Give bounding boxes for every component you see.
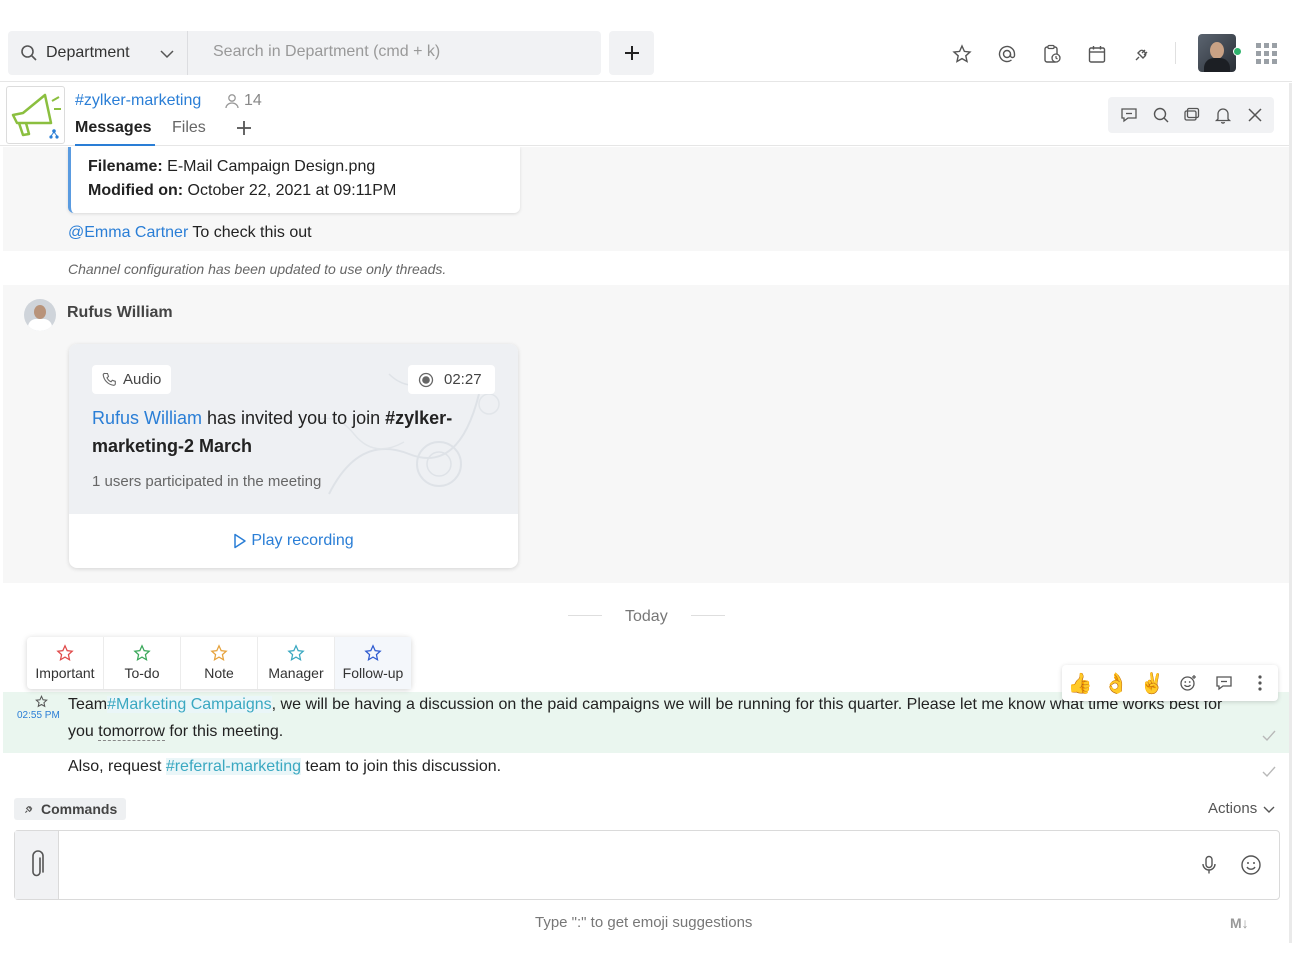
message-text: @Emma Cartner To check this out bbox=[68, 224, 312, 241]
message-reaction-bar: 👍 👌 ✌ bbox=[1062, 665, 1278, 701]
search-icon[interactable] bbox=[1152, 106, 1170, 124]
commands-label: Commands bbox=[41, 801, 118, 817]
channel-hashtag[interactable]: #referral-marketing bbox=[165, 758, 301, 775]
chevron-down-icon bbox=[1263, 806, 1275, 813]
day-divider-label: Today bbox=[625, 608, 668, 625]
chevron-down-icon bbox=[160, 50, 174, 59]
star-icon bbox=[210, 644, 228, 662]
date-suggestion[interactable]: tomorrow bbox=[98, 723, 165, 741]
user-avatar[interactable] bbox=[1198, 34, 1236, 72]
paperclip-icon bbox=[31, 850, 44, 877]
message-time: 02:55 PM bbox=[17, 710, 60, 721]
markdown-icon[interactable]: M↓ bbox=[1230, 915, 1249, 931]
sender-name[interactable]: Rufus William bbox=[67, 304, 173, 322]
system-message-row: Channel configuration has been updated t… bbox=[3, 251, 1289, 285]
call-duration: 02:27 bbox=[444, 371, 482, 388]
ok-hand-icon[interactable]: 👌 bbox=[1098, 665, 1134, 701]
apps-grid-icon[interactable] bbox=[1256, 43, 1277, 64]
tag-manager[interactable]: Manager bbox=[258, 637, 335, 689]
record-icon bbox=[418, 372, 434, 387]
star-icon bbox=[364, 644, 382, 662]
channel-hashtag[interactable]: #Marketing Campaigns bbox=[107, 696, 272, 713]
plus-icon bbox=[237, 121, 251, 135]
tag-to-do[interactable]: To-do bbox=[104, 637, 181, 689]
avatar[interactable] bbox=[24, 299, 56, 331]
calendar-icon[interactable] bbox=[1085, 42, 1109, 66]
emoji-hint: Type ":" to get emoji suggestions bbox=[535, 914, 753, 931]
play-recording-label: Play recording bbox=[251, 532, 354, 549]
bell-icon[interactable] bbox=[1214, 106, 1232, 124]
add-reaction-icon[interactable] bbox=[1170, 665, 1206, 701]
audio-call-card: Audio 02:27 Rufus William has invited yo… bbox=[69, 344, 518, 568]
top-bar: Department Search in Department (cmd + k… bbox=[0, 0, 1292, 82]
play-icon bbox=[234, 533, 247, 549]
add-tab-button[interactable] bbox=[236, 120, 252, 136]
star-icon[interactable] bbox=[950, 42, 974, 66]
call-invite-text: Rufus William has invited you to join #z… bbox=[92, 408, 453, 456]
read-check-icon bbox=[1262, 766, 1276, 778]
department-label: Department bbox=[46, 44, 130, 61]
department-search-bar: Department Search in Department (cmd + k… bbox=[8, 31, 601, 75]
megaphone-icon[interactable] bbox=[6, 86, 65, 144]
plug-icon[interactable] bbox=[1130, 42, 1154, 66]
victory-hand-icon[interactable]: ✌ bbox=[1134, 665, 1170, 701]
tab-files[interactable]: Files bbox=[172, 119, 206, 137]
thread-icon[interactable] bbox=[1120, 106, 1138, 124]
star-icon[interactable] bbox=[35, 695, 48, 708]
tab-messages[interactable]: Messages bbox=[75, 119, 155, 146]
actions-label: Actions bbox=[1208, 800, 1258, 817]
message-composer[interactable] bbox=[14, 830, 1280, 900]
channel-actions-bar bbox=[1108, 97, 1274, 133]
star-icon bbox=[287, 644, 305, 662]
divider bbox=[1175, 42, 1176, 64]
emoji-icon[interactable] bbox=[1240, 854, 1262, 876]
tag-note[interactable]: Note bbox=[181, 637, 258, 689]
call-type-label: Audio bbox=[123, 371, 162, 388]
star-tag-popup: Important To-do Note Manager Follow-up bbox=[27, 637, 411, 689]
member-count-value: 14 bbox=[244, 92, 262, 109]
system-message: Channel configuration has been updated t… bbox=[68, 261, 447, 277]
plug-icon bbox=[25, 806, 33, 813]
play-recording-button[interactable]: Play recording bbox=[69, 514, 518, 568]
online-status-icon bbox=[1233, 47, 1242, 56]
channel-header: #zylker-marketing 14 Messages Files bbox=[0, 83, 1292, 146]
file-name-row: Filename: E-Mail Campaign Design.png bbox=[88, 158, 376, 175]
star-icon bbox=[133, 644, 151, 662]
divider bbox=[691, 615, 725, 616]
new-item-button[interactable] bbox=[609, 31, 654, 75]
participants-count: 1 users participated in the meeting bbox=[92, 473, 322, 490]
search-icon bbox=[21, 45, 37, 61]
call-type-chip: Audio bbox=[92, 365, 172, 394]
more-options-icon[interactable] bbox=[1242, 665, 1278, 701]
file-attachment-card[interactable]: Filename: E-Mail Campaign Design.png Mod… bbox=[68, 147, 520, 213]
search-input[interactable]: Search in Department (cmd + k) bbox=[213, 43, 440, 61]
close-icon[interactable] bbox=[1246, 106, 1264, 124]
commands-button[interactable]: Commands bbox=[14, 798, 127, 820]
thumbs-up-icon[interactable]: 👍 bbox=[1062, 665, 1098, 701]
user-mention[interactable]: @Emma Cartner bbox=[68, 224, 188, 241]
read-check-icon bbox=[1262, 730, 1276, 742]
user-icon bbox=[225, 94, 239, 109]
video-meeting-icon[interactable] bbox=[1183, 106, 1201, 124]
message-text: Also, request #referral-marketing team t… bbox=[68, 758, 502, 775]
clipboard-clock-icon[interactable] bbox=[1040, 42, 1064, 66]
star-icon bbox=[56, 644, 74, 662]
tag-follow-up[interactable]: Follow-up bbox=[335, 637, 411, 689]
phone-icon bbox=[102, 372, 116, 386]
microphone-icon[interactable] bbox=[1201, 855, 1217, 875]
actions-dropdown[interactable]: Actions bbox=[1208, 800, 1275, 817]
divider bbox=[568, 615, 602, 616]
attachment-button[interactable] bbox=[15, 831, 59, 899]
plus-icon bbox=[624, 46, 639, 60]
mention-icon[interactable] bbox=[995, 42, 1019, 66]
call-card-body: Audio 02:27 Rufus William has invited yo… bbox=[69, 344, 518, 514]
inviter-name[interactable]: Rufus William bbox=[92, 408, 202, 428]
member-count[interactable]: 14 bbox=[224, 92, 262, 110]
department-selector[interactable]: Department bbox=[8, 31, 188, 75]
reply-thread-icon[interactable] bbox=[1206, 665, 1242, 701]
file-modified-row: Modified on: October 22, 2021 at 09:11PM bbox=[88, 182, 397, 199]
call-duration-chip: 02:27 bbox=[408, 365, 495, 394]
tag-important[interactable]: Important bbox=[27, 637, 104, 689]
channel-name[interactable]: #zylker-marketing bbox=[75, 92, 201, 110]
